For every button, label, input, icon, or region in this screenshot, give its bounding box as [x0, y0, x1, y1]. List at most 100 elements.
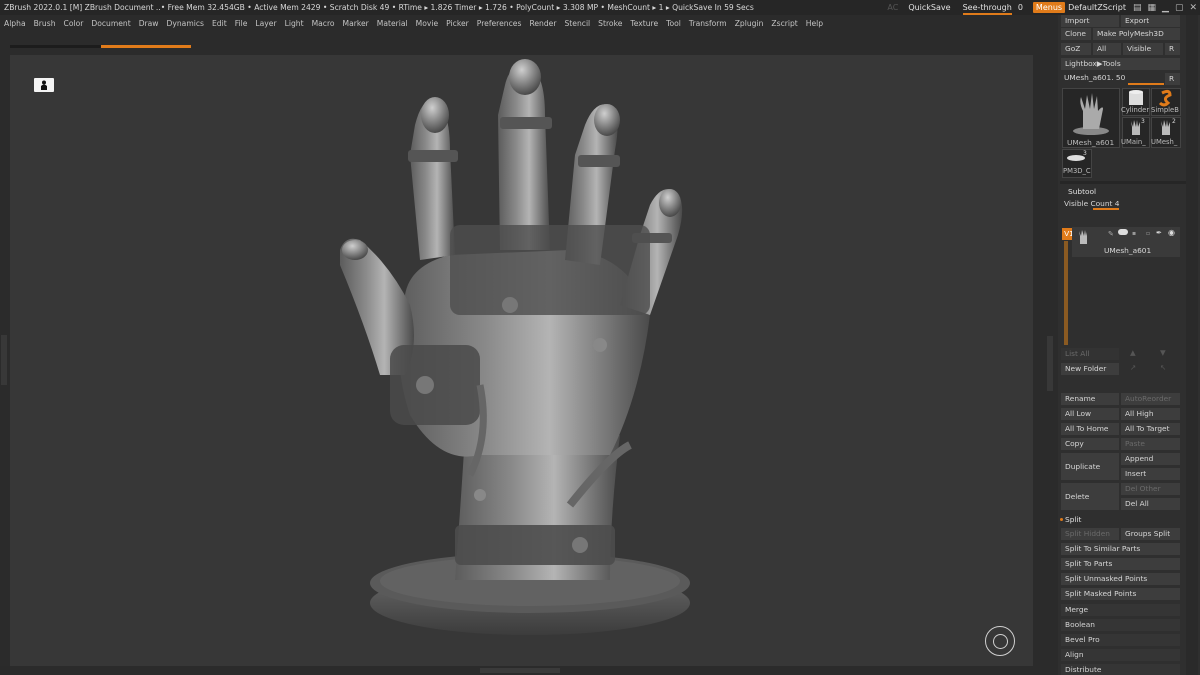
split-title[interactable]: Split	[1065, 515, 1081, 524]
tool-thumbnail-umain[interactable]: 3 UMain_	[1121, 117, 1150, 148]
menu-light[interactable]: Light	[285, 19, 304, 28]
all-to-home-button[interactable]: All To Home	[1061, 423, 1119, 435]
auto-reorder-button[interactable]: AutoReorder	[1121, 393, 1180, 405]
split-similar-parts-button[interactable]: Split To Similar Parts	[1061, 543, 1180, 555]
bevel-pro-section[interactable]: Bevel Pro	[1061, 634, 1180, 646]
menu-preferences[interactable]: Preferences	[477, 19, 522, 28]
insert-button[interactable]: Insert	[1121, 468, 1180, 480]
bottom-tray-handle[interactable]	[480, 668, 560, 673]
split-unmasked-button[interactable]: Split Unmasked Points	[1061, 573, 1180, 585]
menu-document[interactable]: Document	[91, 19, 130, 28]
quicksave-button[interactable]: QuickSave	[908, 3, 950, 12]
distribute-section[interactable]: Distribute	[1061, 664, 1180, 675]
menu-alpha[interactable]: Alpha	[4, 19, 26, 28]
visible-count-slider[interactable]: Visible Count 4	[1064, 199, 1120, 208]
tool-thumbnail-main[interactable]: UMesh_a601	[1062, 88, 1120, 148]
grid-icon[interactable]: ▦	[1148, 3, 1157, 13]
menus-toggle[interactable]: Menus	[1032, 2, 1066, 13]
subtool-list-item[interactable]: ✎ ▪ ▫ ✒ ◉ UMesh_a601	[1072, 227, 1180, 257]
right-tray-handle[interactable]	[1047, 336, 1053, 391]
clone-button[interactable]: Clone	[1061, 28, 1091, 40]
arrow-right-up-icon[interactable]: ↗	[1130, 363, 1136, 372]
menu-dynamics[interactable]: Dynamics	[167, 19, 204, 28]
menu-picker[interactable]: Picker	[446, 19, 469, 28]
tool-thumbnail-simplebrush[interactable]: SimpleB	[1151, 88, 1181, 116]
menu-zplugin[interactable]: Zplugin	[735, 19, 764, 28]
subtool-brush-icon[interactable]: ✎	[1108, 230, 1114, 238]
menu-movie[interactable]: Movie	[416, 19, 438, 28]
current-tool-label[interactable]: UMesh_a601. 50	[1064, 73, 1125, 82]
menu-tool[interactable]: Tool	[666, 19, 681, 28]
palette-scrollbar[interactable]	[1186, 15, 1198, 675]
arrow-left-up-icon[interactable]: ↖	[1160, 363, 1166, 372]
menu-stencil[interactable]: Stencil	[564, 19, 590, 28]
list-all-button[interactable]: List All	[1061, 348, 1119, 360]
duplicate-button[interactable]: Duplicate	[1061, 453, 1119, 480]
shelf-tab-active[interactable]	[101, 45, 191, 48]
lightbox-tools-button[interactable]: Lightbox▶Tools	[1061, 58, 1180, 70]
copy-button[interactable]: Copy	[1061, 438, 1119, 450]
goz-button[interactable]: GoZ	[1061, 43, 1091, 55]
all-low-button[interactable]: All Low	[1061, 408, 1119, 420]
split-hidden-button[interactable]: Split Hidden	[1061, 528, 1119, 540]
export-button[interactable]: Export	[1121, 15, 1180, 27]
maximize-icon[interactable]: ▢	[1175, 3, 1184, 13]
menu-edit[interactable]: Edit	[212, 19, 227, 28]
boolean-section[interactable]: Boolean	[1061, 619, 1180, 631]
minimize-icon[interactable]: ▁	[1162, 3, 1169, 13]
split-to-parts-button[interactable]: Split To Parts	[1061, 558, 1180, 570]
new-folder-button[interactable]: New Folder	[1061, 363, 1119, 375]
del-other-button[interactable]: Del Other	[1121, 483, 1180, 495]
close-icon[interactable]: ✕	[1189, 3, 1197, 13]
del-all-button[interactable]: Del All	[1121, 498, 1180, 510]
subtool-title[interactable]: Subtool	[1068, 187, 1096, 196]
shelf-tab-inactive[interactable]	[10, 45, 102, 48]
subtool-eye-icon[interactable]: ◉	[1168, 228, 1175, 237]
menu-transform[interactable]: Transform	[689, 19, 727, 28]
menu-color[interactable]: Color	[64, 19, 84, 28]
navigation-gyro-icon[interactable]	[985, 626, 1015, 656]
import-button[interactable]: Import	[1061, 15, 1119, 27]
make-polymesh-button[interactable]: Make PolyMesh3D	[1093, 28, 1180, 40]
tool-thumbnail-umesh2[interactable]: 2 UMesh_	[1151, 117, 1181, 148]
align-section[interactable]: Align	[1061, 649, 1180, 661]
append-button[interactable]: Append	[1121, 453, 1180, 465]
menu-texture[interactable]: Texture	[630, 19, 658, 28]
move-down-icon[interactable]: ▼	[1160, 348, 1166, 357]
left-tray-handle[interactable]	[1, 335, 7, 385]
menu-marker[interactable]: Marker	[343, 19, 369, 28]
all-high-button[interactable]: All High	[1121, 408, 1180, 420]
menu-draw[interactable]: Draw	[139, 19, 159, 28]
viewport-canvas[interactable]	[10, 55, 1033, 666]
move-up-icon[interactable]: ▲	[1130, 348, 1136, 357]
subtool-polypaint-icon[interactable]: ▫	[1146, 230, 1150, 237]
rename-button[interactable]: Rename	[1061, 393, 1119, 405]
paste-button[interactable]: Paste	[1121, 438, 1180, 450]
default-zscript-button[interactable]: DefaultZScript	[1068, 3, 1126, 12]
menu-file[interactable]: File	[235, 19, 248, 28]
subtool-scrollbar[interactable]	[1064, 241, 1068, 345]
menu-material[interactable]: Material	[377, 19, 408, 28]
tool-thumbnail-pm3d[interactable]: 3 PM3D_C	[1062, 149, 1092, 178]
goz-visible-button[interactable]: Visible	[1123, 43, 1163, 55]
goz-all-button[interactable]: All	[1093, 43, 1121, 55]
subtool-folder-icon[interactable]: ▪	[1132, 230, 1136, 237]
layout-icon[interactable]: ▤	[1133, 3, 1142, 13]
menu-brush[interactable]: Brush	[34, 19, 56, 28]
tool-thumbnail-cylinder[interactable]: Cylinder	[1121, 88, 1150, 116]
menu-layer[interactable]: Layer	[255, 19, 276, 28]
menu-stroke[interactable]: Stroke	[598, 19, 622, 28]
subtool-pen-icon[interactable]: ✒	[1156, 229, 1162, 237]
delete-button[interactable]: Delete	[1061, 483, 1119, 510]
menu-help[interactable]: Help	[806, 19, 823, 28]
all-to-target-button[interactable]: All To Target	[1121, 423, 1180, 435]
ac-button[interactable]: AC	[887, 3, 898, 12]
subtool-toggle-icon[interactable]	[1118, 229, 1128, 235]
split-masked-button[interactable]: Split Masked Points	[1061, 588, 1180, 600]
tool-r-button[interactable]: R	[1165, 73, 1180, 85]
groups-split-button[interactable]: Groups Split	[1121, 528, 1180, 540]
goz-r-button[interactable]: R	[1165, 43, 1180, 55]
menu-zscript[interactable]: Zscript	[771, 19, 797, 28]
see-through-slider[interactable]: See-through	[962, 3, 1012, 15]
menu-render[interactable]: Render	[529, 19, 556, 28]
